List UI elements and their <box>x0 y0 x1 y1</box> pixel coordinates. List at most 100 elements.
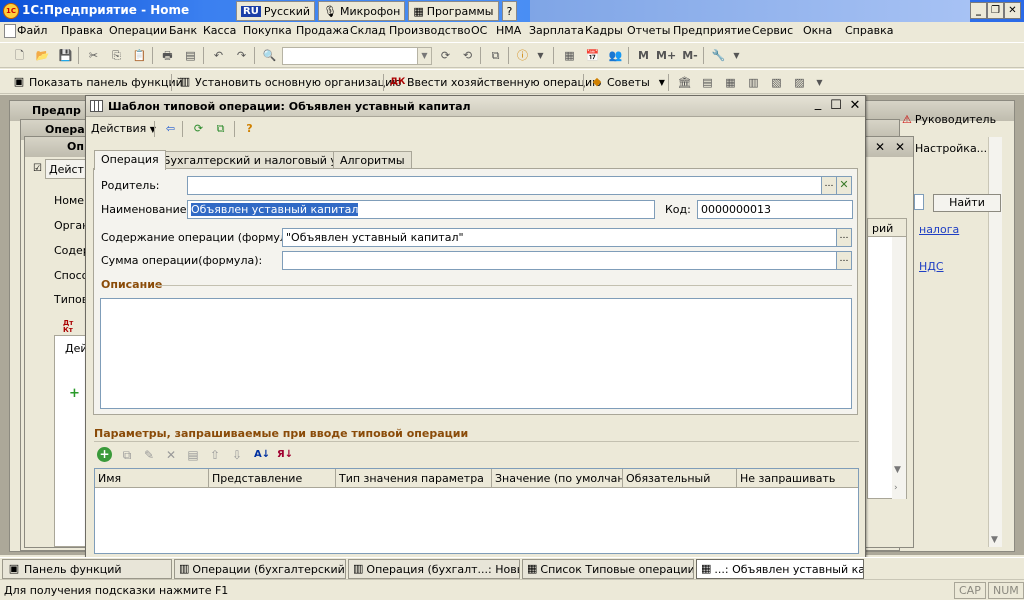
reports-icon[interactable]: ▨ <box>792 75 807 90</box>
tab-operation[interactable]: Операция <box>94 150 166 170</box>
column-header-value-type[interactable]: Тип значения параметра <box>336 469 492 488</box>
menu-enterprise[interactable]: Предприятие <box>673 24 751 37</box>
role-link[interactable]: ⚠ Руководитель <box>902 113 996 126</box>
warehouse-icon[interactable]: ▦ <box>723 75 738 90</box>
menu-bank[interactable]: Банк <box>169 24 197 37</box>
close-icon[interactable]: ✕ <box>895 140 905 154</box>
menu-help[interactable]: Справка <box>845 24 893 37</box>
move-down-icon[interactable]: ⇩ <box>229 447 245 463</box>
move-up-icon[interactable]: ⇧ <box>207 447 223 463</box>
search-combo[interactable]: ▼ <box>282 47 432 65</box>
language-help-button[interactable]: ? <box>501 1 518 21</box>
tips-button[interactable]: ◆ Советы ▼ <box>590 74 665 90</box>
menu-operations[interactable]: Операции <box>109 24 167 37</box>
column-header-required[interactable]: Обязательный <box>623 469 737 488</box>
background-search-input[interactable] <box>914 194 924 210</box>
calendar-icon[interactable]: 📅 <box>585 48 600 63</box>
open-folder-icon[interactable]: 📂 <box>35 48 50 63</box>
name-input[interactable]: Объявлен уставный капитал <box>187 200 655 219</box>
memory-add-icon[interactable]: M+ <box>656 48 676 63</box>
users-icon[interactable]: 👥 <box>608 48 623 63</box>
sum-formula-input[interactable] <box>282 251 837 270</box>
close-button[interactable]: ✕ <box>1004 2 1021 19</box>
help-icon[interactable]: ? <box>242 121 257 136</box>
description-textarea[interactable] <box>100 298 852 409</box>
end-edit-icon[interactable]: ▤ <box>185 447 201 463</box>
delete-icon[interactable]: ✕ <box>163 447 179 463</box>
window-icon[interactable]: ⧉ <box>488 48 503 63</box>
redo-icon[interactable]: ↷ <box>234 48 249 63</box>
find-next-icon[interactable]: ⟳ <box>438 48 453 63</box>
menu-intangibles[interactable]: НМА <box>496 24 521 37</box>
enter-business-operation-button[interactable]: ДК Ввести хозяйственную операцию <box>390 74 601 90</box>
actions-menu-button[interactable]: Действия ▼ <box>91 122 156 135</box>
content-formula-input[interactable]: "Объявлен уставный капитал" <box>282 228 837 247</box>
minimize-button[interactable]: _ <box>970 2 987 19</box>
taskbar-item-function-panel[interactable]: ▣ Панель функций <box>2 559 172 579</box>
menu-sales[interactable]: Продажа <box>296 24 349 37</box>
print-preview-icon[interactable]: ▤ <box>183 48 198 63</box>
menu-purchase[interactable]: Покупка <box>243 24 292 37</box>
bank-icon[interactable]: 🏛 <box>677 75 692 90</box>
chevron-down-icon[interactable]: ▼ <box>417 48 431 64</box>
sum-formula-button[interactable]: … <box>836 251 852 270</box>
menu-reports[interactable]: Отчеты <box>627 24 670 37</box>
params-table[interactable]: Имя Представление Тип значения параметра… <box>94 468 859 554</box>
menu-file[interactable]: Файл <box>17 24 47 37</box>
find-button[interactable]: Найти <box>933 194 1001 212</box>
chart-of-accounts-icon[interactable]: ▦ <box>562 48 577 63</box>
menu-salary[interactable]: Зарплата <box>529 24 584 37</box>
chevron-right-icon[interactable]: › <box>894 483 898 493</box>
taskbar-item-operations-list[interactable]: ▥ Операции (бухгалтерский и... <box>174 559 346 579</box>
close-icon[interactable]: ✕ <box>847 98 863 114</box>
parent-clear-button[interactable]: ✕ <box>836 176 852 195</box>
code-input[interactable]: 0000000013 <box>697 200 853 219</box>
chevron-down-icon[interactable]: ▼ <box>533 48 548 63</box>
chevron-down-icon[interactable]: ▼ <box>991 535 998 545</box>
tab-algorithms[interactable]: Алгоритмы <box>333 151 412 169</box>
menu-hr[interactable]: Кадры <box>585 24 623 37</box>
copy-icon[interactable]: ⎘ <box>109 48 124 63</box>
menu-warehouse[interactable]: Склад <box>350 24 386 37</box>
sort-descending-icon[interactable]: Я↓ <box>277 447 293 463</box>
maximize-icon[interactable]: ☐ <box>828 98 844 114</box>
minimize-icon[interactable]: _ <box>810 96 826 112</box>
parent-input[interactable] <box>187 176 822 195</box>
print-icon[interactable]: 🖶 <box>160 48 175 63</box>
menu-production[interactable]: Производство <box>389 24 470 37</box>
info-icon[interactable]: ⓘ <box>515 48 530 63</box>
taskbar-item-new-operation[interactable]: ▥ Операция (бухгалт...: Новый * <box>348 559 520 579</box>
tax-link[interactable]: налога <box>919 223 959 236</box>
paste-icon[interactable]: 📋 <box>132 48 147 63</box>
column-header-name[interactable]: Имя <box>95 469 209 488</box>
sort-ascending-icon[interactable]: A↓ <box>254 447 270 463</box>
refresh-icon[interactable]: ⟳ <box>191 121 206 136</box>
show-function-panel-button[interactable]: ▣ Показать панель функций <box>12 74 183 90</box>
taskbar-item-active-template[interactable]: ▦ ...: Объявлен уставный кап... <box>696 559 864 579</box>
cut-icon[interactable]: ✂ <box>86 48 101 63</box>
add-icon[interactable]: + <box>97 447 112 462</box>
undo-icon[interactable]: ↶ <box>211 48 226 63</box>
menu-windows[interactable]: Окна <box>803 24 832 37</box>
find-icon[interactable]: 🔍 <box>262 48 277 63</box>
chevron-down-icon[interactable]: ▼ <box>894 465 901 475</box>
chevron-down-icon[interactable]: ▼ <box>812 75 827 90</box>
taskbar-item-template-list[interactable]: ▦ Список Типовые операции <box>522 559 694 579</box>
background-right-table[interactable]: рий ▼ › <box>867 218 907 499</box>
column-header-no-request[interactable]: Не запрашивать <box>737 469 858 488</box>
restore-button[interactable]: ❐ <box>987 2 1004 19</box>
background-actions-button[interactable]: Дейст <box>45 159 89 179</box>
menu-service[interactable]: Сервис <box>752 24 793 37</box>
menu-fixed-assets[interactable]: ОС <box>471 24 487 37</box>
record-and-close-icon[interactable]: ⇦ <box>163 121 178 136</box>
add-row-icon[interactable]: + <box>69 386 80 401</box>
copy-row-icon[interactable]: ⧉ <box>119 447 135 463</box>
save-icon[interactable]: 💾 <box>58 48 73 63</box>
parent-select-button[interactable]: … <box>821 176 837 195</box>
menu-edit[interactable]: Правка <box>61 24 103 37</box>
purchase-icon[interactable]: ▧ <box>769 75 784 90</box>
background-right-scrollbar[interactable]: ▼ › <box>892 237 906 499</box>
column-header-default-value[interactable]: Значение (по умолчан... <box>492 469 623 488</box>
close-icon[interactable]: ✕ <box>875 140 885 154</box>
set-main-organization-button[interactable]: ▥ Установить основную организацию <box>178 74 402 90</box>
